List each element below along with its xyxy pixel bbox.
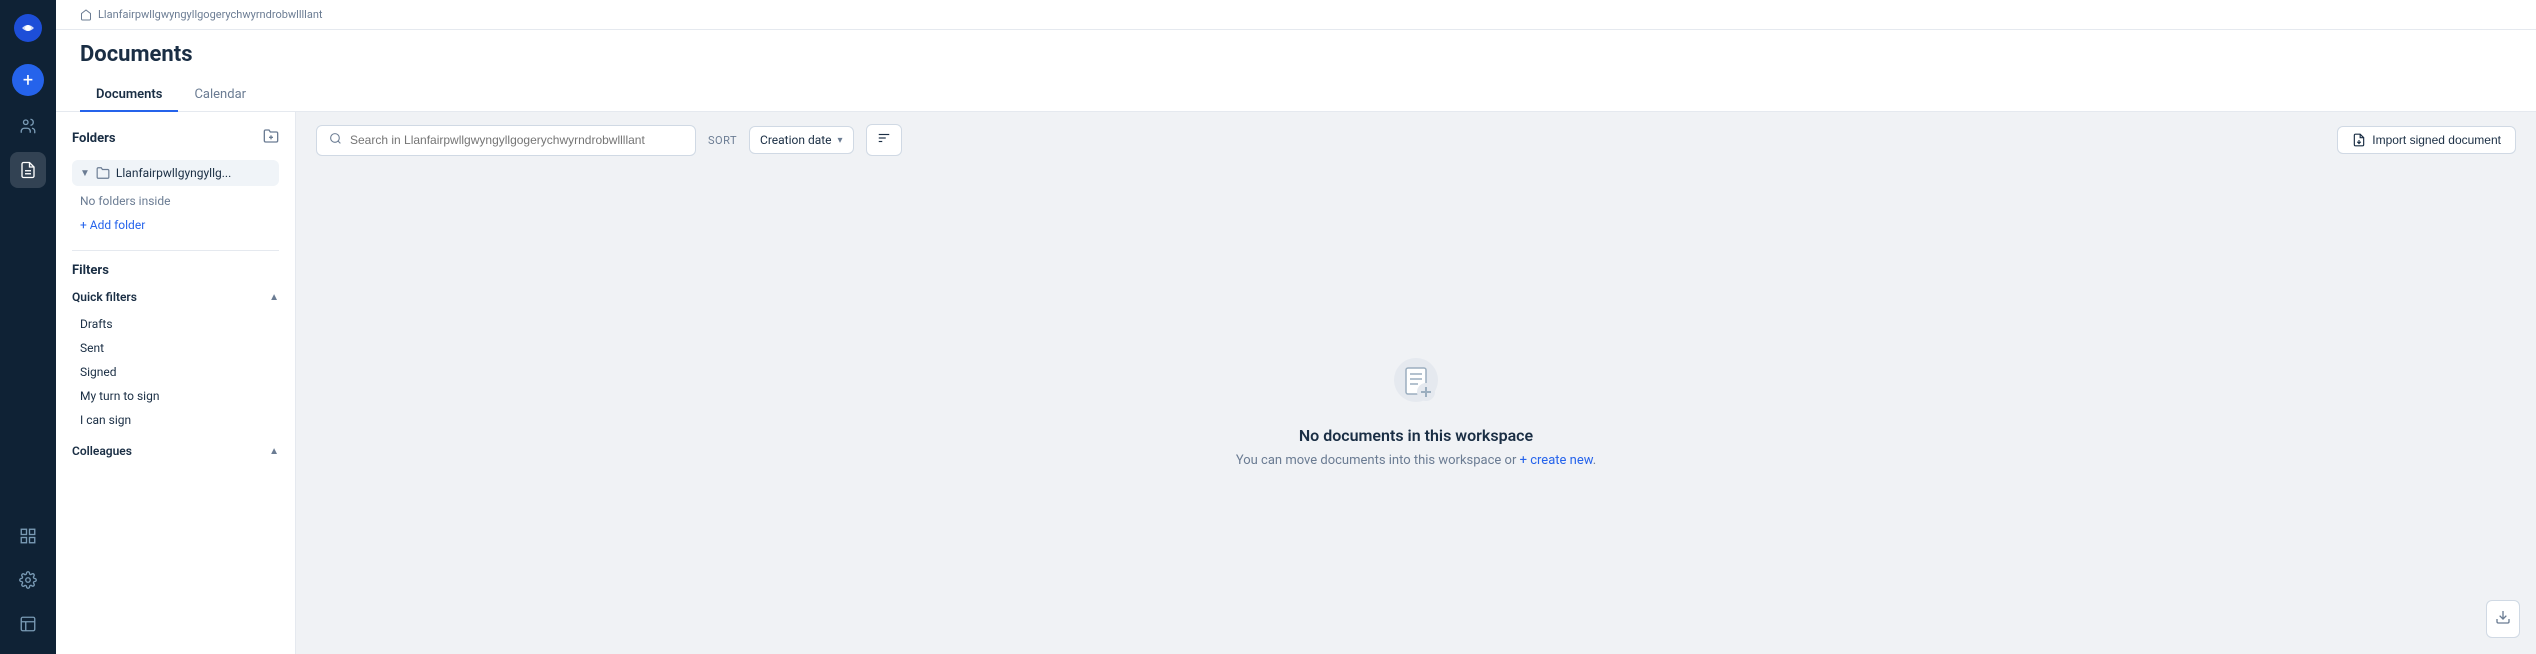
download-icon [2495,609,2511,625]
create-new-link[interactable]: + create new [1520,453,1593,468]
download-area [2486,600,2520,638]
search-icon [329,132,342,149]
colleagues-collapse[interactable]: ▲ [269,446,279,457]
folders-title: Folders [72,131,116,146]
no-folders-text: No folders inside [72,190,279,212]
content-toolbar: SORT Creation date ▾ [296,112,2536,168]
search-box[interactable] [316,125,696,156]
nav-documents-icon[interactable] [10,152,46,188]
page-header: Documents Documents Calendar [56,30,2536,112]
search-input[interactable] [350,133,683,147]
sort-chevron-icon: ▾ [838,135,843,146]
folder-name: Llanfairpwllgyngyllg... [116,166,231,180]
folder-chevron: ▼ [80,168,90,179]
content-area: SORT Creation date ▾ [296,112,2536,654]
empty-state-title: No documents in this workspace [1299,426,1533,445]
filter-i-can-sign[interactable]: I can sign [72,408,279,432]
quick-filters-section: Quick filters ▲ [72,290,279,304]
import-icon [2352,133,2366,147]
import-button-label: Import signed document [2372,133,2501,147]
download-button[interactable] [2486,600,2520,638]
main-content: Llanfairpwllgwyngyllgogerychwyrndrobwlll… [56,0,2536,654]
empty-subtitle-before: You can move documents into this workspa… [1236,453,1517,468]
empty-state-subtitle: You can move documents into this workspa… [1236,453,1596,468]
filter-signed[interactable]: Signed [72,360,279,384]
empty-subtitle-after: . [1593,453,1596,468]
folder-item[interactable]: ▼ Llanfairpwllgyngyllg... [72,160,279,186]
tab-documents[interactable]: Documents [80,79,178,112]
divider [72,250,279,251]
filter-my-turn[interactable]: My turn to sign [72,384,279,408]
filters-title: Filters [72,263,279,278]
body-area: Folders ▼ Llanfairpwllgyngyllg... No fol… [56,112,2536,654]
filter-sent[interactable]: Sent [72,336,279,360]
tabs: Documents Calendar [80,79,2512,111]
filter-drafts[interactable]: Drafts [72,312,279,336]
nav-grid-icon[interactable] [10,518,46,554]
colleagues-label: Colleagues [72,444,132,458]
quick-filters-label: Quick filters [72,290,137,304]
empty-state: No documents in this workspace You can m… [296,168,2536,654]
breadcrumb: Llanfairpwllgwyngyllgogerychwyrndrobwlll… [56,0,2536,30]
add-button[interactable]: + [12,64,44,96]
add-folder-button[interactable]: + Add folder [72,216,279,234]
quick-filters-collapse[interactable]: ▲ [269,292,279,303]
breadcrumb-text: Llanfairpwllgwyngyllgogerychwyrndrobwlll… [98,8,323,21]
nav-settings-icon[interactable] [10,562,46,598]
empty-state-icon [1388,354,1444,410]
folders-section: Folders [72,128,279,148]
tab-calendar[interactable]: Calendar [178,79,262,112]
sort-toggle-button[interactable] [866,124,902,156]
sidebar: Folders ▼ Llanfairpwllgyngyllg... No fol… [56,112,296,654]
new-folder-icon[interactable] [263,128,279,148]
nav-users-icon[interactable] [10,108,46,144]
folder-icon [96,166,110,180]
sort-select[interactable]: Creation date ▾ [749,126,854,154]
app-logo[interactable] [12,12,44,44]
import-signed-document-button[interactable]: Import signed document [2337,126,2516,154]
sort-label: SORT [708,134,737,147]
nav-reports-icon[interactable] [10,606,46,642]
page-title: Documents [80,42,2512,67]
sort-value: Creation date [760,133,832,147]
colleagues-section: Colleagues ▲ [72,444,279,458]
left-nav: + [0,0,56,654]
